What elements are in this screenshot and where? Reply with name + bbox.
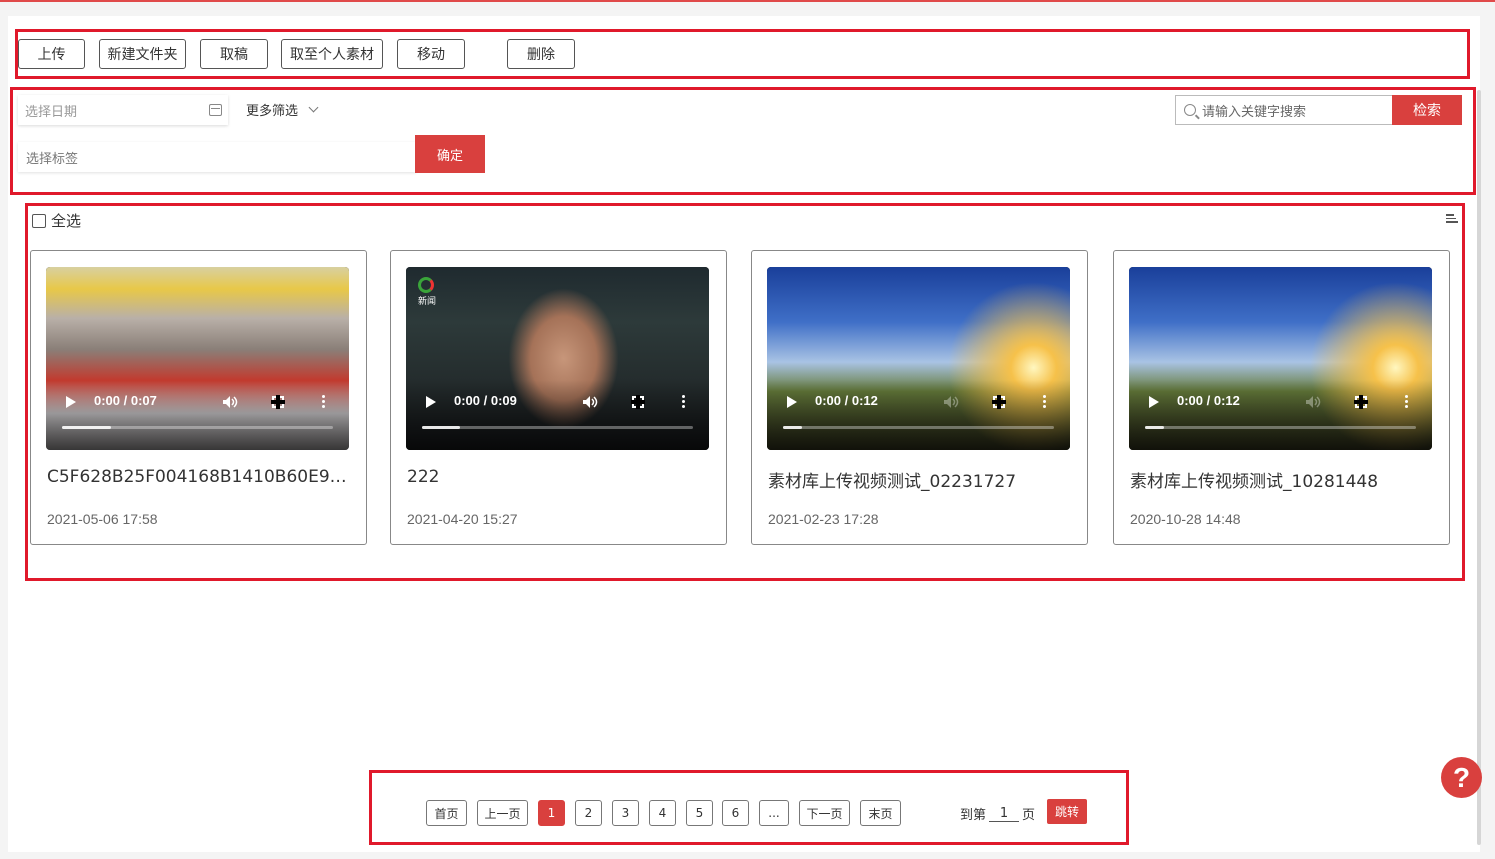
- highlight-box-filter: [10, 87, 1476, 195]
- highlight-box-toolbar: [15, 29, 1470, 79]
- scrollbar[interactable]: [1477, 90, 1481, 845]
- highlight-box-pagination: [369, 770, 1129, 845]
- highlight-box-list: [25, 203, 1465, 581]
- help-icon[interactable]: ?: [1441, 757, 1482, 798]
